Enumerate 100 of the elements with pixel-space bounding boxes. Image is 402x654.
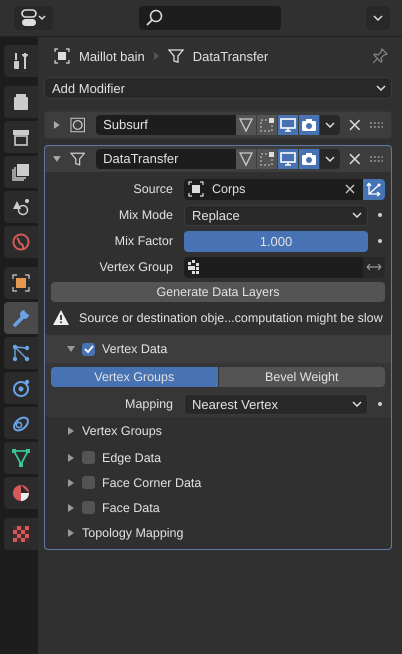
section-label[interactable]: Face Data	[102, 500, 160, 514]
checkbox[interactable]	[82, 342, 95, 356]
keyframe-dot[interactable]	[378, 402, 382, 406]
collapse-arrow-icon[interactable]	[67, 345, 75, 353]
dropdown-button[interactable]	[320, 115, 340, 135]
keyframe-dot[interactable]	[378, 213, 382, 217]
sphere-icon	[11, 483, 31, 503]
mix-factor-slider[interactable]: 1.000	[184, 230, 368, 252]
modifier-name-field[interactable]: Subsurf	[96, 115, 236, 135]
collapse-arrow-icon[interactable]	[53, 155, 61, 163]
edit-mode-toggle[interactable]	[236, 115, 256, 135]
properties-tab[interactable]	[4, 407, 38, 439]
properties-tab[interactable]	[4, 477, 38, 509]
section-label[interactable]: Face Corner Data	[102, 476, 202, 490]
modifier-name: DataTransfer	[192, 48, 268, 64]
expand-arrow-icon[interactable]	[67, 427, 75, 435]
chevron-icon	[324, 156, 335, 162]
properties-tab[interactable]	[4, 442, 38, 474]
property-label: Source	[132, 182, 174, 196]
toggle-icon	[20, 9, 46, 27]
invert-button[interactable]	[363, 256, 385, 278]
render-toggle[interactable]	[298, 149, 319, 169]
viewport-toggle[interactable]	[278, 149, 298, 169]
options-button[interactable]	[366, 6, 390, 30]
properties-tab[interactable]	[4, 45, 38, 77]
checkbox[interactable]	[82, 476, 95, 489]
tab-icon	[11, 197, 31, 217]
tab-icon	[11, 127, 31, 147]
object-icon	[54, 48, 70, 64]
chevron-icon	[352, 212, 362, 218]
search-field[interactable]	[139, 6, 281, 30]
properties-tab[interactable]	[4, 156, 38, 188]
property-label: Mix Factor	[114, 234, 174, 248]
data-type-tab[interactable]: Bevel Weight	[218, 367, 385, 387]
editor-type-button[interactable]	[14, 6, 53, 30]
checkerboard-icon	[11, 524, 31, 544]
tab-icon	[11, 343, 31, 363]
section-label[interactable]: Vertex Data	[102, 342, 168, 356]
object-name: Maillot bain	[79, 48, 145, 64]
expand-arrow-icon[interactable]	[67, 528, 75, 536]
checkbox[interactable]	[82, 451, 95, 464]
tab-icon	[11, 162, 31, 182]
tools-icon	[11, 51, 31, 71]
property-label: Vertex Group	[98, 260, 174, 274]
separator-arrow-icon	[154, 52, 159, 60]
properties-tab[interactable]	[4, 267, 38, 299]
properties-tab[interactable]	[4, 121, 38, 153]
tab-icon	[11, 92, 31, 112]
chevron-icon	[352, 401, 362, 407]
section-label[interactable]: Vertex Groups	[82, 424, 162, 438]
section-label[interactable]: Topology Mapping	[82, 526, 184, 540]
object-transform-toggle[interactable]	[363, 178, 385, 200]
warning-icon	[53, 310, 69, 325]
add-modifier-dropdown[interactable]: Add Modifier	[44, 77, 392, 99]
vertex-group-field[interactable]	[184, 256, 363, 278]
triangle-icon	[11, 448, 31, 468]
edit-mode-toggle[interactable]	[236, 149, 256, 169]
circle-square-icon	[70, 117, 86, 133]
expand-arrow-icon[interactable]	[67, 504, 75, 512]
warning-message: Source or destination obje...computation might be slow	[79, 310, 383, 324]
properties-tab[interactable]	[4, 86, 38, 118]
double-arrow-icon	[366, 262, 382, 272]
mix-mode-dropdown[interactable]: Replace	[184, 204, 368, 226]
on-cage-toggle[interactable]	[256, 115, 277, 135]
viewport-toggle[interactable]	[278, 115, 298, 135]
close-icon[interactable]	[348, 119, 361, 131]
wrench-icon	[11, 308, 31, 328]
clear-icon[interactable]	[345, 184, 355, 194]
properties-tab[interactable]	[4, 372, 38, 404]
close-icon[interactable]	[348, 153, 361, 165]
expand-arrow-icon[interactable]	[67, 454, 75, 462]
property-label: Mix Mode	[118, 208, 174, 222]
expand-arrow-icon[interactable]	[53, 121, 61, 129]
section-label[interactable]: Edge Data	[102, 450, 162, 464]
dropdown-button[interactable]	[320, 149, 340, 169]
drag-handle-icon[interactable]	[370, 122, 383, 128]
property-label: Mapping	[124, 397, 174, 411]
vertex-group-icon	[188, 260, 202, 274]
expand-arrow-icon[interactable]	[67, 478, 75, 486]
properties-tab[interactable]	[4, 191, 38, 223]
generate-data-layers-button[interactable]: Generate Data Layers	[51, 282, 385, 302]
render-toggle[interactable]	[298, 115, 319, 135]
chevron-icon	[373, 15, 383, 21]
properties-tab[interactable]	[4, 337, 38, 369]
checkbox[interactable]	[82, 501, 95, 514]
object-icon	[188, 181, 204, 197]
square-icon	[11, 273, 31, 293]
on-cage-toggle[interactable]	[256, 149, 277, 169]
chevron-icon	[324, 122, 335, 128]
mapping-dropdown[interactable]: Nearest Vertex	[184, 394, 368, 414]
globe-icon	[11, 232, 31, 252]
source-object-field[interactable]: Corps	[184, 178, 363, 200]
data-type-tab[interactable]: Vertex Groups	[51, 367, 218, 387]
modifier-name-field[interactable]: DataTransfer	[96, 149, 236, 169]
keyframe-dot[interactable]	[378, 239, 382, 243]
pin-icon[interactable]	[372, 48, 388, 64]
tab-icon	[11, 378, 31, 398]
drag-handle-icon[interactable]	[370, 156, 383, 162]
chevron-icon	[376, 85, 386, 91]
search-icon	[145, 9, 163, 27]
